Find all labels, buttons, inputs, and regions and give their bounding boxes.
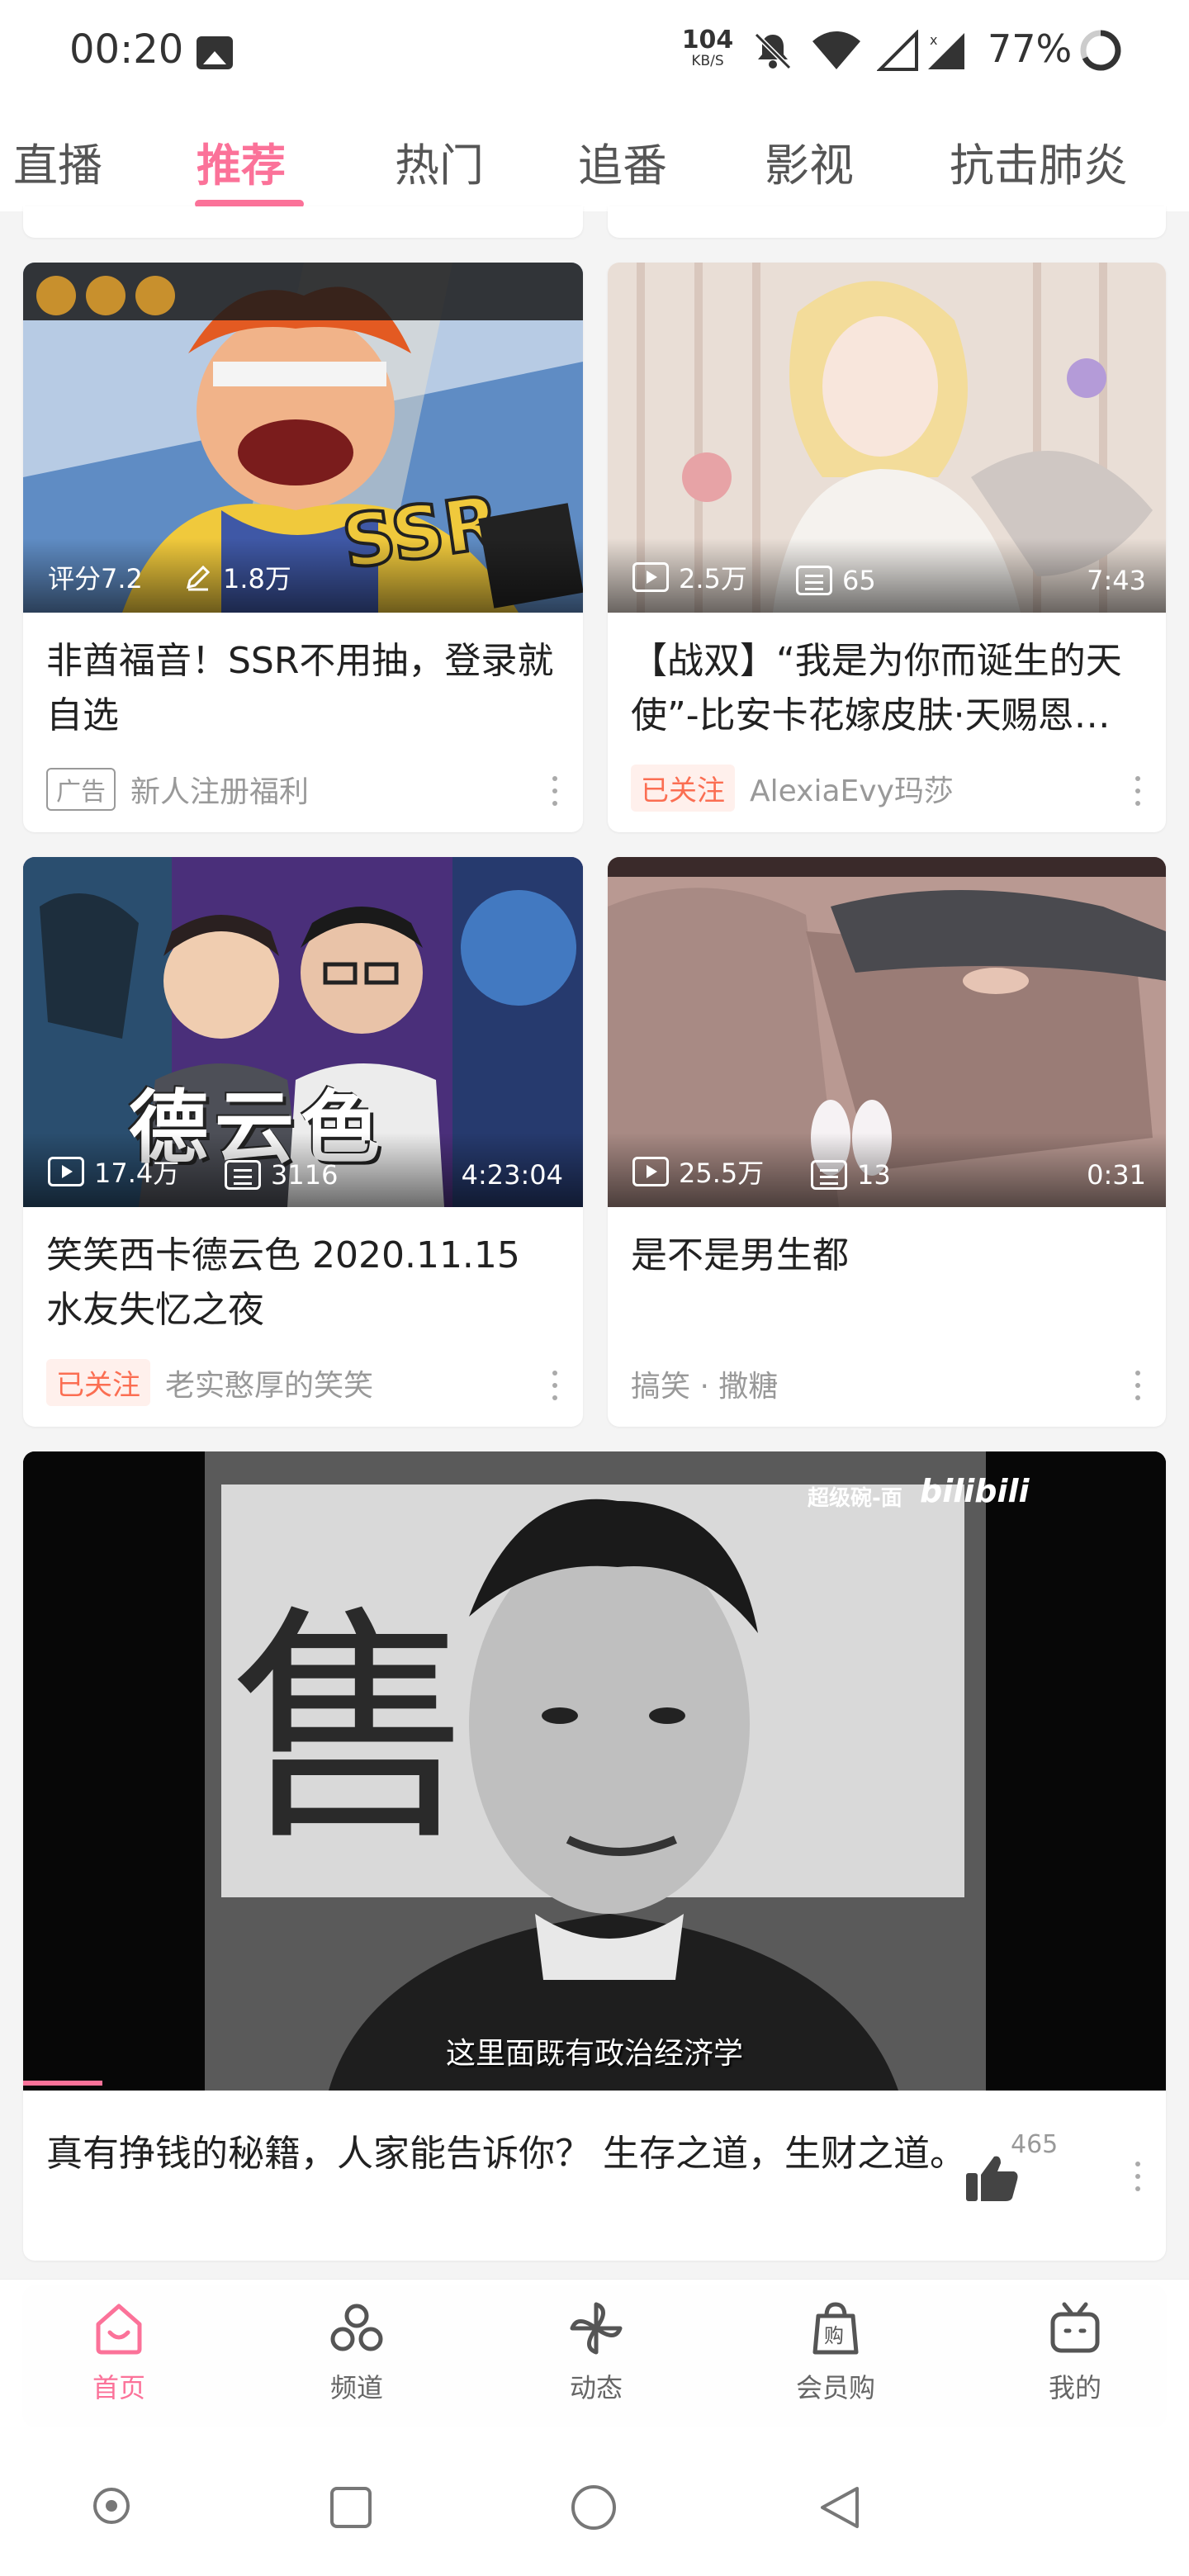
signal-icon-2: x bbox=[925, 30, 971, 76]
video-card-deyunse[interactable]: 德云色 17.4万 3116 4:23:04 笑笑西卡德云色 2020.11.1… bbox=[23, 857, 583, 1427]
nav-mine[interactable]: 我的 bbox=[1017, 2299, 1133, 2405]
boys-views: 25.5万 bbox=[632, 1153, 764, 1191]
system-navigation-bar bbox=[0, 2436, 1189, 2576]
ad-title[interactable]: 非酋福音！SSR不用抽，登录就自选 bbox=[46, 634, 560, 743]
shopping-bag-icon: 购 bbox=[812, 2302, 859, 2355]
zhanshuang-views: 2.5万 bbox=[632, 558, 747, 596]
boys-danmaku: 13 bbox=[811, 1159, 891, 1191]
svg-text:售: 售 bbox=[230, 1585, 477, 1873]
bilibili-logo-watermark: bilibili bbox=[920, 1473, 1030, 1509]
nav-home[interactable]: 首页 bbox=[61, 2299, 177, 2405]
battery-percent: 77% bbox=[988, 26, 1073, 71]
ad-rating: 评分7.2 bbox=[48, 563, 143, 594]
boys-duration: 0:31 bbox=[1087, 1159, 1146, 1191]
more-options-icon[interactable] bbox=[552, 776, 558, 806]
status-bar: 00:20 104 KB/S x 77% bbox=[0, 0, 1189, 107]
channel-icon bbox=[330, 2304, 383, 2351]
tab-live[interactable]: 直播 bbox=[13, 129, 102, 194]
danmaku-icon bbox=[796, 566, 832, 595]
nav-channel-label: 频道 bbox=[329, 2372, 383, 2403]
deyunse-thumbnail[interactable]: 德云色 17.4万 3116 4:23:04 bbox=[23, 857, 583, 1207]
video-subtitle: 这里面既有政治经济学 bbox=[445, 2037, 743, 2071]
previous-card-right[interactable] bbox=[608, 206, 1166, 238]
ad-badge: 广告 bbox=[46, 768, 116, 811]
large-video-thumbnail[interactable]: 售 超级碗-面 bilibili 这里面既有政治经济学 bbox=[23, 1451, 1166, 2091]
large-video-title[interactable]: 真有挣钱的秘籍，人家能告诉你？ 生存之道，生财之道。 bbox=[46, 2127, 984, 2181]
more-options-icon[interactable] bbox=[1135, 776, 1141, 806]
tab-hot[interactable]: 热门 bbox=[395, 129, 484, 194]
video-watermark: 超级碗-面 bbox=[808, 1486, 902, 1511]
play-count-icon bbox=[632, 562, 669, 592]
zhanshuang-thumbnail[interactable]: 2.5万 65 7:43 bbox=[608, 263, 1166, 613]
play-count-icon bbox=[632, 1157, 669, 1186]
recents-square-icon[interactable] bbox=[329, 2485, 373, 2533]
tab-movies[interactable]: 影视 bbox=[765, 129, 854, 194]
assistant-dot-icon[interactable] bbox=[91, 2485, 132, 2530]
nav-dynamic-label: 动态 bbox=[569, 2372, 623, 2403]
pencil-icon bbox=[183, 562, 213, 592]
zhanshuang-title[interactable]: 【战双】“我是为你而诞生的天使”-比安卡花嫁皮肤·天赐恩… bbox=[631, 634, 1143, 743]
video-card-large[interactable]: 售 超级碗-面 bilibili 这里面既有政治经济学 真有挣钱的秘籍，人家能告… bbox=[23, 1451, 1166, 2261]
svg-text:x: x bbox=[930, 32, 937, 48]
deyunse-views: 17.4万 bbox=[48, 1153, 179, 1191]
deyunse-danmaku: 3116 bbox=[225, 1159, 338, 1191]
nav-vip-shop[interactable]: 购 会员购 bbox=[778, 2299, 893, 2405]
zhanshuang-danmaku: 65 bbox=[796, 565, 876, 596]
thumbs-up-icon bbox=[966, 2156, 1018, 2201]
nav-mine-label: 我的 bbox=[1048, 2372, 1101, 2403]
network-speed-value: 104 bbox=[681, 26, 734, 54]
pinwheel-icon bbox=[570, 2302, 623, 2355]
followed-badge: 已关注 bbox=[46, 1359, 150, 1406]
more-options-icon[interactable] bbox=[552, 1371, 558, 1400]
ad-meta: 广告 新人注册福利 bbox=[46, 768, 309, 811]
status-time: 00:20 bbox=[69, 26, 184, 73]
deyunse-meta: 已关注 老实憨厚的笑笑 bbox=[46, 1359, 373, 1406]
network-speed-unit: KB/S bbox=[691, 53, 724, 69]
signal-icon bbox=[876, 29, 920, 76]
like-count: 465 bbox=[1011, 2130, 1059, 2159]
previous-card-left[interactable] bbox=[23, 206, 583, 238]
battery-icon bbox=[1078, 28, 1123, 76]
video-card-boys[interactable]: 25.5万 13 0:31 是不是男生都 搞笑 · 撒糖 bbox=[608, 857, 1166, 1427]
deyunse-duration: 4:23:04 bbox=[461, 1159, 563, 1191]
deyunse-author[interactable]: 老实憨厚的笑笑 bbox=[165, 1361, 373, 1404]
more-options-icon[interactable] bbox=[1135, 1371, 1141, 1400]
danmaku-icon bbox=[225, 1160, 261, 1190]
home-circle-icon[interactable] bbox=[570, 2484, 618, 2535]
ad-source: 新人注册福利 bbox=[130, 775, 310, 809]
ad-thumbnail[interactable]: SSR 评分7.2 1.8万 bbox=[23, 263, 583, 613]
tab-recommend[interactable]: 推荐 bbox=[197, 129, 286, 194]
zhanshuang-meta: 已关注 AlexiaEvy玛莎 bbox=[631, 765, 954, 812]
back-triangle-icon[interactable] bbox=[817, 2484, 862, 2535]
danmaku-icon bbox=[811, 1160, 847, 1190]
play-count-icon bbox=[48, 1157, 84, 1186]
boys-category[interactable]: 搞笑 · 撒糖 bbox=[631, 1362, 778, 1405]
image-notification-icon bbox=[197, 36, 233, 69]
top-tab-bar: 直播 推荐 热门 追番 影视 抗击肺炎 bbox=[0, 107, 1189, 211]
like-button[interactable] bbox=[964, 2153, 1019, 2206]
more-options-icon[interactable] bbox=[1135, 2162, 1141, 2191]
tab-anime[interactable]: 追番 bbox=[578, 129, 667, 194]
boys-thumbnail[interactable]: 25.5万 13 0:31 bbox=[608, 857, 1166, 1207]
nav-home-label: 首页 bbox=[92, 2372, 145, 2403]
nav-channel[interactable]: 频道 bbox=[299, 2299, 414, 2405]
video-card-zhanshuang[interactable]: 2.5万 65 7:43 【战双】“我是为你而诞生的天使”-比安卡花嫁皮肤·天赐… bbox=[608, 263, 1166, 832]
deyunse-title[interactable]: 笑笑西卡德云色 2020.11.15 水友失忆之夜 bbox=[46, 1229, 560, 1338]
bottom-navigation: 首页 频道 动态 购 会员购 我的 bbox=[0, 2279, 1189, 2436]
network-speed: 104 KB/S bbox=[679, 28, 737, 69]
video-card-ad[interactable]: SSR 评分7.2 1.8万 非酋福音！SSR不用抽，登录就自选 广告 新人注册… bbox=[23, 263, 583, 832]
mute-bell-icon bbox=[751, 30, 794, 76]
boys-title[interactable]: 是不是男生都 bbox=[631, 1229, 1143, 1283]
tab-fight-pneumonia[interactable]: 抗击肺炎 bbox=[950, 129, 1128, 194]
nav-vip-shop-label: 会员购 bbox=[795, 2372, 875, 2403]
ad-downloads: 1.8万 bbox=[183, 558, 291, 596]
tv-icon bbox=[1050, 2302, 1100, 2353]
zhanshuang-duration: 7:43 bbox=[1087, 565, 1146, 596]
followed-badge: 已关注 bbox=[631, 765, 735, 812]
home-icon bbox=[96, 2304, 142, 2355]
svg-text:购: 购 bbox=[824, 2324, 844, 2347]
wifi-icon bbox=[811, 30, 862, 76]
nav-dynamic[interactable]: 动态 bbox=[538, 2299, 654, 2405]
zhanshuang-author[interactable]: AlexiaEvy玛莎 bbox=[750, 767, 954, 810]
